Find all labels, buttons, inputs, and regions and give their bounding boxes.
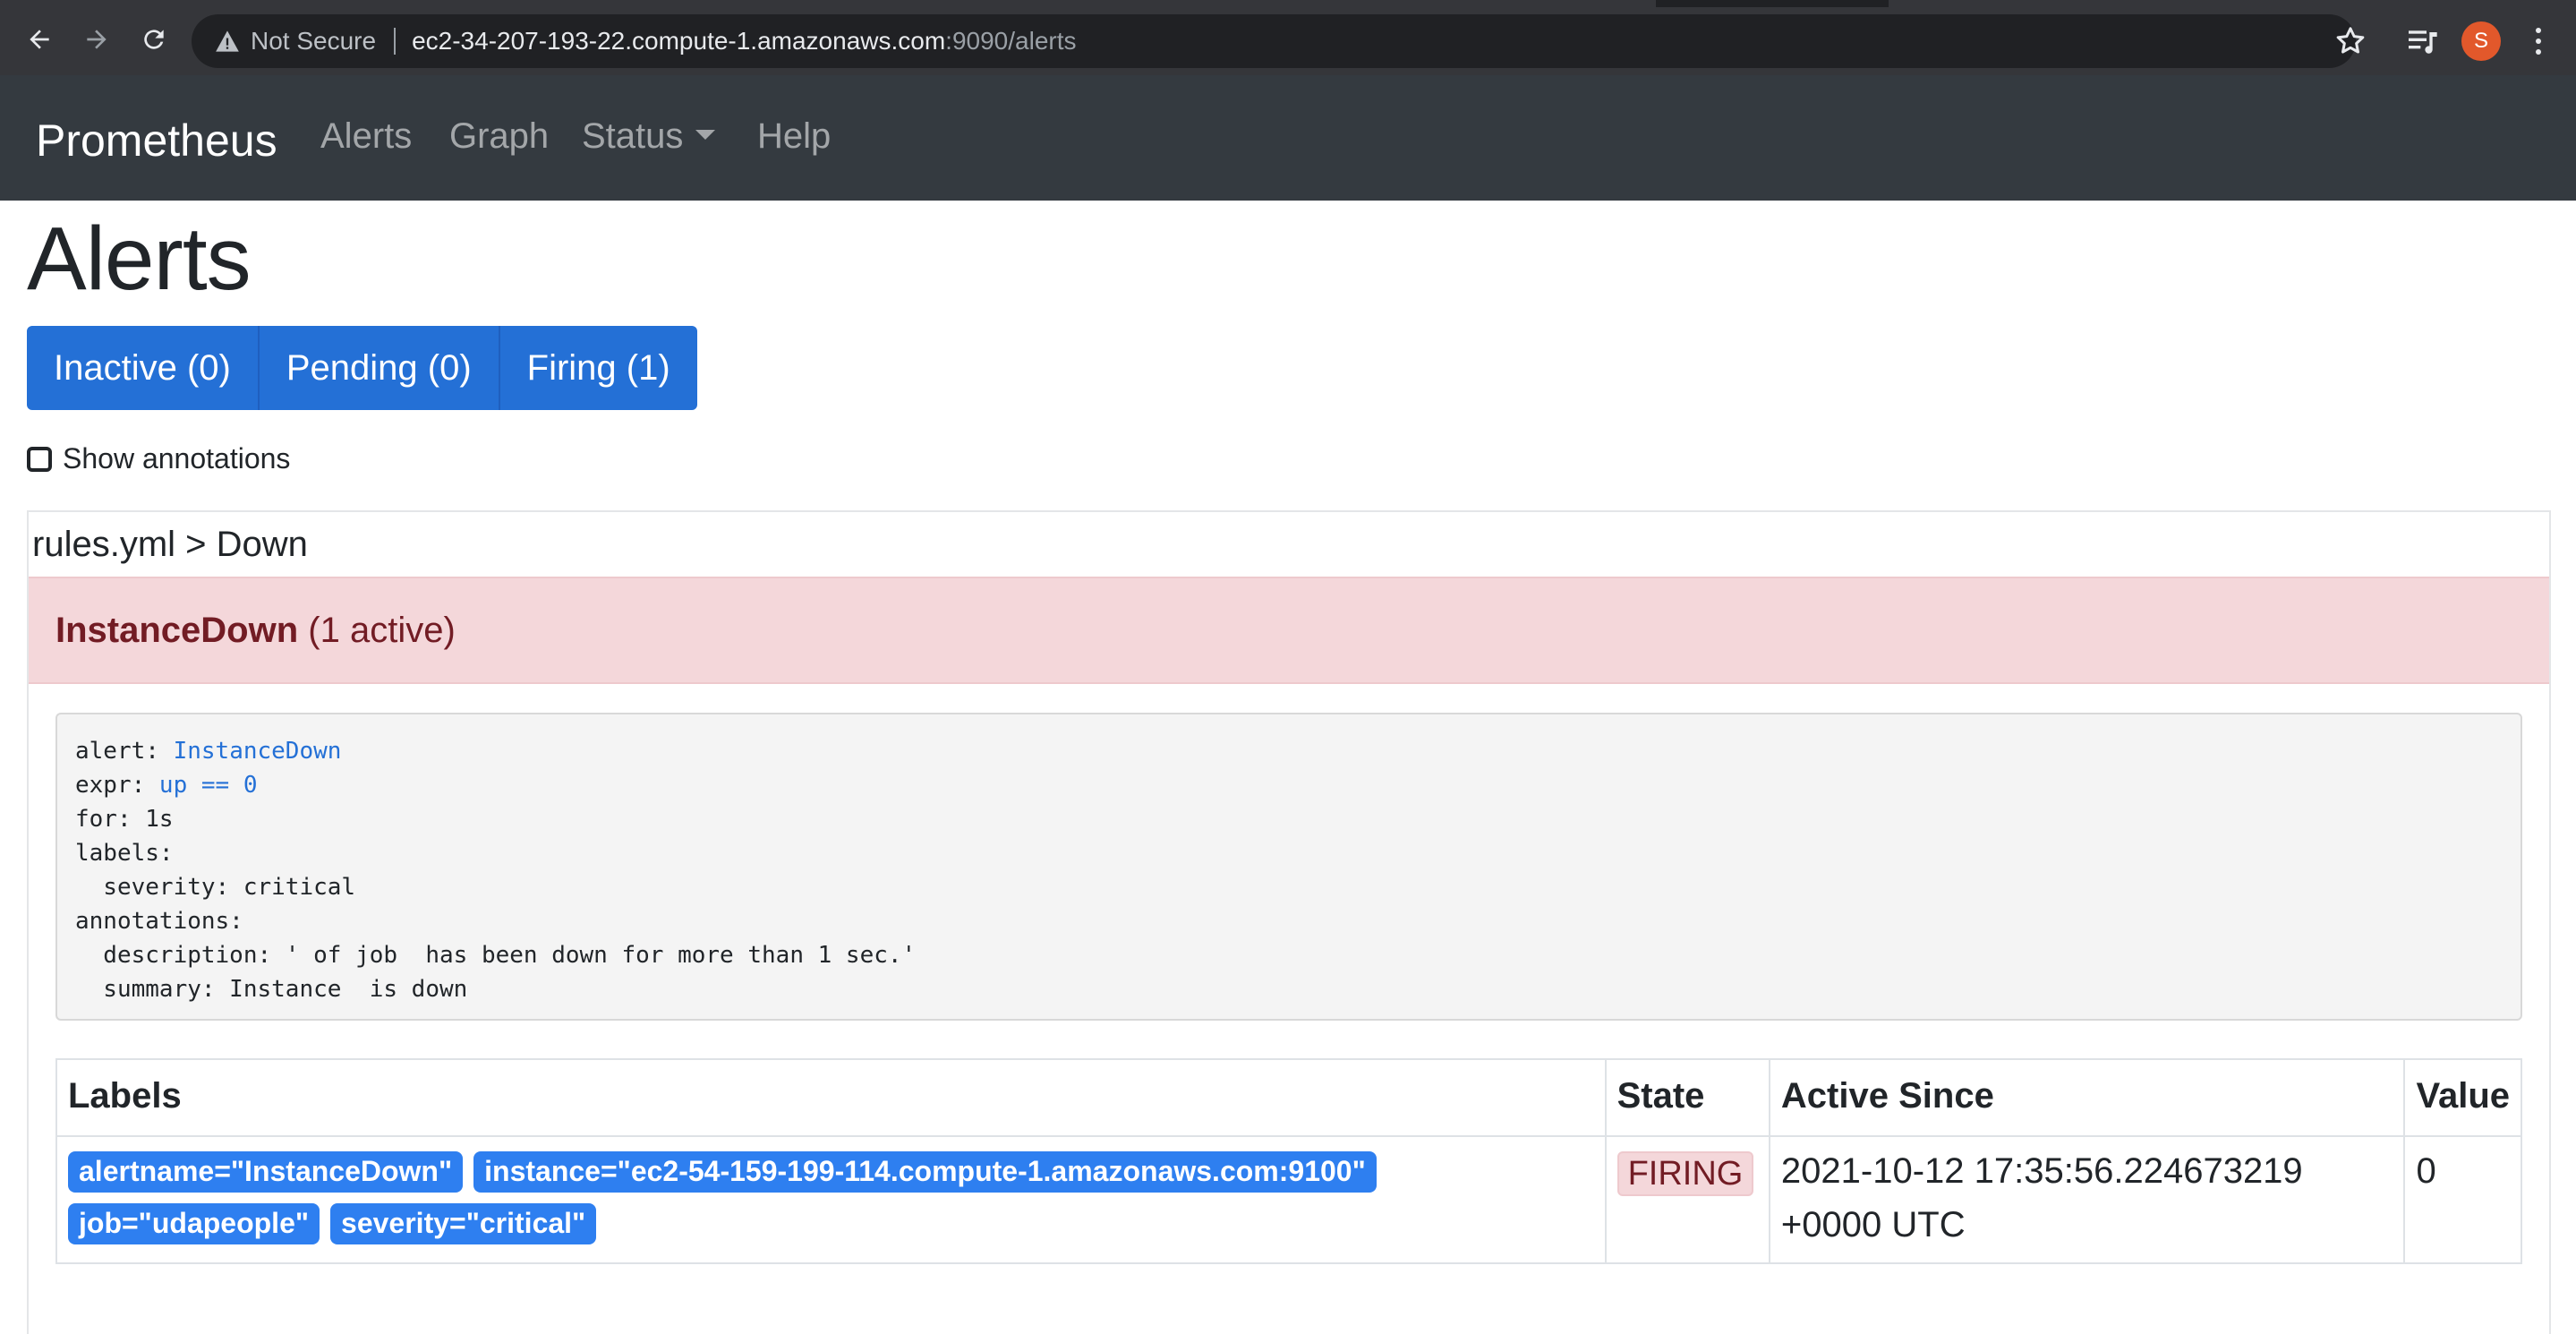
- alert-active-count: (1 active): [308, 611, 456, 650]
- header-labels: Labels: [55, 1058, 1607, 1137]
- rule-line-description: description: ' of job has been down for …: [75, 942, 917, 969]
- active-since-date: 2021-10-12 17:35:56.224673219: [1780, 1151, 2303, 1191]
- header-value: Value: [2403, 1058, 2522, 1137]
- value-cell: 0: [2403, 1135, 2522, 1264]
- table-row: alertname="InstanceDown" instance="ec2-5…: [55, 1135, 2522, 1264]
- warning-icon[interactable]: [213, 27, 242, 56]
- rule-line-summary: summary: Instance is down: [75, 976, 468, 1003]
- active-since-tz: +0000 UTC: [1780, 1205, 1966, 1244]
- label-badge-severity: severity="critical": [330, 1203, 597, 1244]
- star-icon: [2336, 27, 2365, 54]
- rule-line-expr: expr: up == 0: [75, 772, 258, 799]
- reload-button[interactable]: [134, 20, 174, 59]
- rule-line-labels: labels:: [75, 840, 174, 867]
- show-annotations-label[interactable]: Show annotations: [63, 442, 290, 475]
- browser-toolbar: Not Secure ec2-34-207-193-22.compute-1.a…: [0, 0, 2576, 75]
- filter-firing-button[interactable]: Firing (1): [499, 326, 697, 410]
- brand-link[interactable]: Prometheus: [36, 115, 277, 167]
- show-annotations-checkbox[interactable]: [27, 446, 52, 472]
- header-active-since: Active Since: [1768, 1058, 2406, 1137]
- nav-help[interactable]: Help: [757, 116, 831, 157]
- back-arrow-icon: [30, 30, 49, 49]
- rule-group-panel: rules.yml > Down InstanceDown (1 active)…: [27, 510, 2551, 1334]
- security-label[interactable]: Not Secure: [251, 27, 376, 56]
- address-bar[interactable]: Not Secure ec2-34-207-193-22.compute-1.a…: [192, 14, 2356, 68]
- nav-status-dropdown[interactable]: Status: [582, 116, 716, 157]
- rule-line-for: for: 1s: [75, 806, 174, 833]
- active-since-cell: 2021-10-12 17:35:56.224673219 +0000 UTC: [1768, 1135, 2406, 1264]
- back-button[interactable]: [20, 20, 59, 59]
- rule-group-title: rules.yml > Down: [32, 525, 308, 564]
- forward-button[interactable]: [77, 20, 116, 59]
- url-path: :9090/alerts: [945, 27, 1077, 55]
- tab-active-underline: [0, 0, 1656, 7]
- nav-alerts[interactable]: Alerts: [320, 116, 412, 157]
- filter-pending-button[interactable]: Pending (0): [259, 326, 500, 410]
- state-cell: FIRING: [1604, 1135, 1770, 1264]
- rule-definition: alert: InstanceDown expr: up == 0 for: 1s l…: [55, 713, 2522, 1021]
- label-badge-instance: instance="ec2-54-159-199-114.compute-1.a…: [473, 1151, 1377, 1193]
- alert-state-filter: Inactive (0) Pending (0) Firing (1): [27, 326, 697, 410]
- profile-avatar[interactable]: S: [2461, 21, 2501, 61]
- media-queue-icon: [2409, 30, 2437, 54]
- active-alerts-table: Labels State Active Since Value alertnam…: [55, 1058, 2522, 1264]
- tab-strip: [0, 0, 2576, 7]
- app-navbar: Prometheus Alerts Graph Status Help: [0, 75, 2576, 201]
- rule-expr-link[interactable]: up == 0: [159, 772, 258, 799]
- address-separator: [394, 28, 397, 55]
- media-queue-button[interactable]: [2404, 23, 2440, 59]
- rule-line-alert: alert: InstanceDown: [75, 738, 342, 765]
- show-annotations-row: Show annotations: [27, 442, 290, 475]
- labels-cell: alertname="InstanceDown" instance="ec2-5…: [55, 1135, 1607, 1264]
- alert-rule-header[interactable]: InstanceDown (1 active): [29, 577, 2549, 684]
- tab-inactive-underline: [1889, 0, 2576, 7]
- nav-status-label: Status: [582, 116, 684, 156]
- chevron-down-icon: [695, 129, 716, 140]
- nav-graph[interactable]: Graph: [449, 116, 549, 157]
- kebab-menu-icon[interactable]: [2528, 23, 2549, 59]
- table-header-row: Labels State Active Since Value: [55, 1058, 2522, 1137]
- label-badge-job: job="udapeople": [68, 1203, 320, 1244]
- rule-line-severity: severity: critical: [75, 874, 356, 901]
- label-badge-alertname: alertname="InstanceDown": [68, 1151, 464, 1193]
- bookmark-star-button[interactable]: [2333, 23, 2368, 59]
- forward-arrow-icon: [87, 30, 107, 49]
- alert-rule-name: InstanceDown: [55, 611, 299, 650]
- page-title: Alerts: [27, 209, 252, 309]
- reload-icon: [144, 30, 164, 49]
- url-host: ec2-34-207-193-22.compute-1.amazonaws.co…: [412, 27, 946, 55]
- state-badge: FIRING: [1616, 1151, 1754, 1196]
- filter-inactive-button[interactable]: Inactive (0): [27, 326, 260, 410]
- header-state: State: [1604, 1058, 1770, 1137]
- rule-alert-link[interactable]: InstanceDown: [174, 738, 342, 765]
- rule-line-annotations: annotations:: [75, 908, 243, 935]
